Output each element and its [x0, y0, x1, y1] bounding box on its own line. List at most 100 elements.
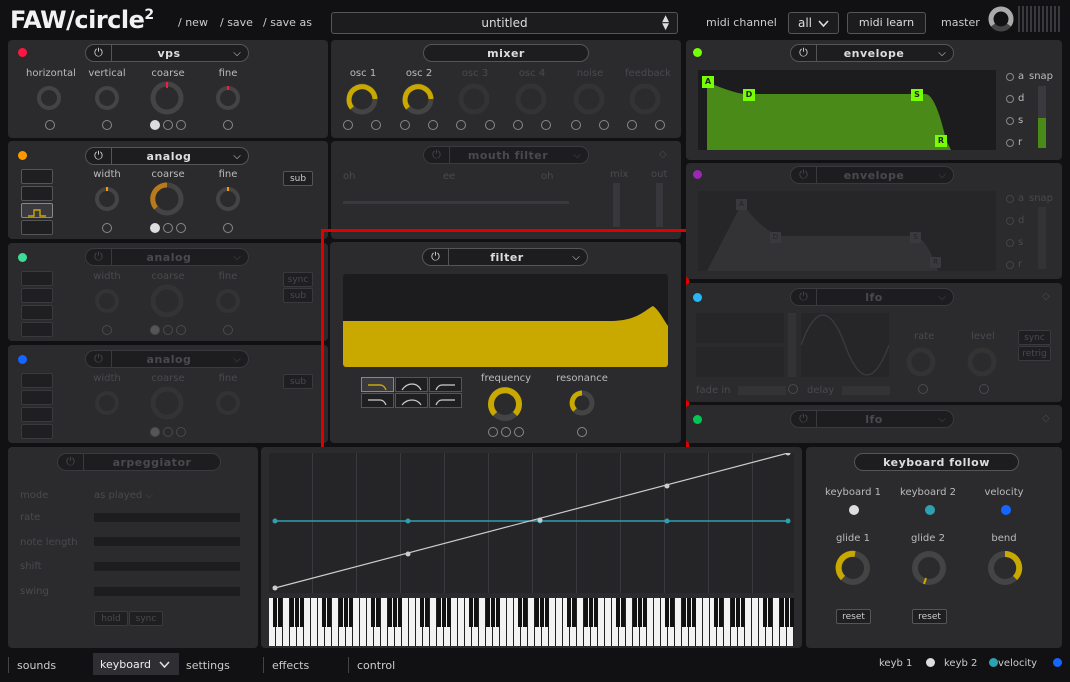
mod-slot[interactable]	[150, 427, 160, 437]
mod-slot[interactable]	[150, 120, 160, 130]
width-knob[interactable]	[93, 287, 121, 315]
power-icon[interactable]: ⏻	[86, 249, 112, 265]
preset-selector[interactable]: untitled ▲ ▼	[331, 12, 678, 34]
tab-control[interactable]: control	[348, 657, 395, 673]
wave-triangle-button[interactable]	[21, 220, 53, 235]
noise-level-knob[interactable]	[571, 81, 607, 117]
sync-button[interactable]: sync	[1018, 330, 1051, 345]
sync-button[interactable]: sync	[283, 272, 313, 287]
out-fader[interactable]	[656, 183, 663, 227]
envelope1-display[interactable]	[698, 70, 996, 150]
radio-a[interactable]	[1006, 73, 1014, 81]
power-icon[interactable]: ⏻	[86, 45, 112, 61]
piano-keys[interactable]	[269, 598, 794, 646]
mod-slot[interactable]	[655, 120, 665, 130]
vowel-slider[interactable]	[343, 201, 569, 204]
power-icon[interactable]: ⏻	[791, 45, 817, 61]
glide2-reset-button[interactable]: reset	[912, 609, 947, 624]
horizontal-knob[interactable]	[35, 84, 63, 112]
mouth-filter-select[interactable]: ⏻ mouth filter ⌵	[423, 146, 589, 164]
arp-rate-slider[interactable]	[94, 513, 240, 522]
fine-knob[interactable]	[214, 185, 242, 213]
osc4-level-knob[interactable]	[513, 81, 549, 117]
power-icon[interactable]: ⏻	[424, 147, 450, 163]
fine-knob[interactable]	[214, 389, 242, 417]
mod-slot[interactable]	[45, 120, 55, 130]
lfo2-type-select[interactable]: ⏻ lfo ⌵	[790, 410, 954, 428]
wave-square-button[interactable]	[21, 203, 53, 218]
coarse-knob[interactable]	[149, 181, 185, 217]
coarse-knob[interactable]	[149, 283, 185, 319]
env-point-d[interactable]: D	[770, 232, 781, 243]
mod-slot[interactable]	[176, 427, 186, 437]
osc1-type-select[interactable]: ⏻ vps ⌵	[85, 44, 249, 62]
mod-slot[interactable]	[485, 120, 495, 130]
wave-sine-button[interactable]	[21, 373, 53, 388]
mod-slot[interactable]	[979, 384, 989, 394]
mod-slot[interactable]	[163, 325, 173, 335]
power-icon[interactable]: ⏻	[86, 148, 112, 164]
updown-icon[interactable]: ◇	[659, 149, 667, 160]
fine-knob[interactable]	[214, 84, 242, 112]
mod-slot[interactable]	[456, 120, 466, 130]
env-point-a[interactable]: A	[736, 199, 747, 210]
mod-slot[interactable]	[788, 384, 798, 394]
width-knob[interactable]	[93, 185, 121, 213]
mod-slot[interactable]	[176, 325, 186, 335]
mod-slot[interactable]	[918, 384, 928, 394]
arp-swing-slider[interactable]	[94, 587, 240, 596]
updown-icon[interactable]: ◇	[1042, 413, 1050, 424]
wave-sine-button[interactable]	[21, 169, 53, 184]
mod-slot[interactable]	[176, 223, 186, 233]
new-link[interactable]: / new	[178, 16, 208, 29]
updown-icon[interactable]: ◇	[1042, 291, 1050, 302]
lfo1-wave-b[interactable]	[696, 347, 784, 377]
wave-saw-button[interactable]	[21, 390, 53, 405]
mod-slot[interactable]	[571, 120, 581, 130]
glide2-knob[interactable]	[910, 549, 948, 587]
mod-slot[interactable]	[223, 223, 233, 233]
wave-saw-button[interactable]	[21, 186, 53, 201]
width-knob[interactable]	[93, 389, 121, 417]
mod-slot[interactable]	[513, 120, 523, 130]
hold-button[interactable]: hold	[94, 611, 128, 626]
sub-button[interactable]: sub	[283, 171, 313, 186]
vowel-select[interactable]: oh	[343, 171, 355, 182]
mod-slot[interactable]	[163, 120, 173, 130]
env1-type-select[interactable]: ⏻ envelope ⌵	[790, 44, 954, 62]
coarse-knob[interactable]	[149, 80, 185, 116]
mod-slot[interactable]	[223, 120, 233, 130]
wave-square-button[interactable]	[21, 407, 53, 422]
radio-a[interactable]	[1006, 195, 1014, 203]
power-icon[interactable]: ⏻	[58, 454, 84, 470]
radio-s[interactable]	[1006, 239, 1014, 247]
keyboard2-color-dot[interactable]	[925, 505, 935, 515]
osc1-level-knob[interactable]	[344, 81, 380, 117]
env-point-a[interactable]: A	[702, 76, 714, 88]
arp-mode-select[interactable]: as played ⌵	[94, 490, 153, 501]
vertical-knob[interactable]	[93, 84, 121, 112]
fade-in-slider[interactable]	[738, 386, 786, 395]
sub-button[interactable]: sub	[283, 288, 313, 303]
power-icon[interactable]: ⏻	[86, 351, 112, 367]
arpeggiator-select[interactable]: ⏻ arpeggiator	[57, 453, 221, 471]
mod-slot[interactable]	[599, 120, 609, 130]
coarse-knob[interactable]	[149, 385, 185, 421]
radio-d[interactable]	[1006, 217, 1014, 225]
keyboard1-color-dot[interactable]	[849, 505, 859, 515]
env-point-s[interactable]: S	[911, 89, 923, 101]
arp-shift-slider[interactable]	[94, 562, 240, 571]
midi-learn-button[interactable]: midi learn	[847, 12, 926, 34]
env-point-r[interactable]: R	[935, 135, 947, 147]
vowel-select[interactable]: oh	[541, 171, 553, 182]
mod-slot[interactable]	[223, 325, 233, 335]
tab-settings[interactable]: settings	[178, 657, 230, 673]
mod-slot[interactable]	[163, 223, 173, 233]
osc4-type-select[interactable]: ⏻ analog ⌵	[85, 350, 249, 368]
osc3-type-select[interactable]: ⏻ analog ⌵	[85, 248, 249, 266]
arp-note-length-slider[interactable]	[94, 537, 240, 546]
save-link[interactable]: / save	[220, 16, 253, 29]
env-point-d[interactable]: D	[743, 89, 755, 101]
save-as-link[interactable]: / save as	[263, 16, 312, 29]
power-icon[interactable]: ⏻	[791, 167, 817, 183]
